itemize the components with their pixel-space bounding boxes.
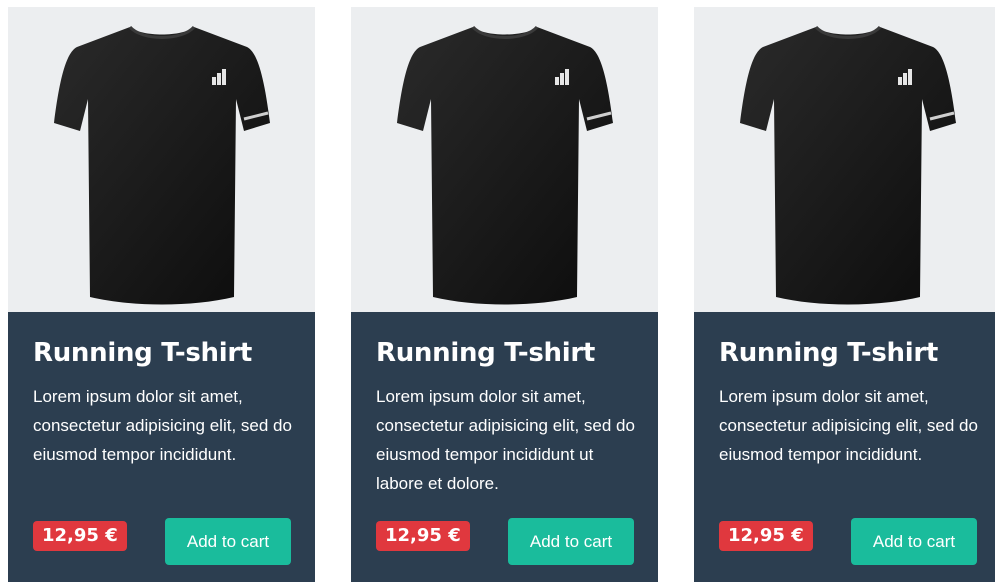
product-card-body: Running T-shirt Lorem ipsum dolor sit am… — [8, 312, 315, 582]
price-badge: 12,95 € — [719, 521, 813, 551]
add-to-cart-button[interactable]: Add to cart — [165, 518, 291, 565]
add-to-cart-button[interactable]: Add to cart — [508, 518, 634, 565]
product-card-footer: 12,95 € Add to cart — [376, 518, 634, 566]
add-to-cart-button[interactable]: Add to cart — [851, 518, 977, 565]
price-badge: 12,95 € — [33, 521, 127, 551]
product-title: Running T-shirt — [719, 338, 938, 368]
black-tshirt-icon — [396, 25, 613, 304]
product-image[interactable] — [694, 7, 995, 312]
product-grid: Running T-shirt Lorem ipsum dolor sit am… — [0, 0, 995, 582]
black-tshirt-icon — [53, 25, 270, 304]
black-tshirt-icon — [739, 25, 956, 304]
price-badge: 12,95 € — [376, 521, 470, 551]
product-card-footer: 12,95 € Add to cart — [33, 518, 291, 566]
product-card: Running T-shirt Lorem ipsum dolor sit am… — [8, 7, 315, 582]
product-card-body: Running T-shirt Lorem ipsum dolor sit am… — [694, 312, 995, 582]
product-description: Lorem ipsum dolor sit amet, consectetur … — [33, 387, 292, 464]
product-card: Running T-shirt Lorem ipsum dolor sit am… — [694, 7, 995, 582]
product-card-body: Running T-shirt Lorem ipsum dolor sit am… — [351, 312, 658, 582]
product-title: Running T-shirt — [33, 338, 252, 368]
product-card: Running T-shirt Lorem ipsum dolor sit am… — [351, 7, 658, 582]
product-title: Running T-shirt — [376, 338, 595, 368]
product-image[interactable] — [8, 7, 315, 312]
product-card-footer: 12,95 € Add to cart — [719, 518, 977, 566]
product-image[interactable] — [351, 7, 658, 312]
product-description: Lorem ipsum dolor sit amet, consectetur … — [376, 387, 635, 493]
product-description: Lorem ipsum dolor sit amet, consectetur … — [719, 387, 978, 464]
